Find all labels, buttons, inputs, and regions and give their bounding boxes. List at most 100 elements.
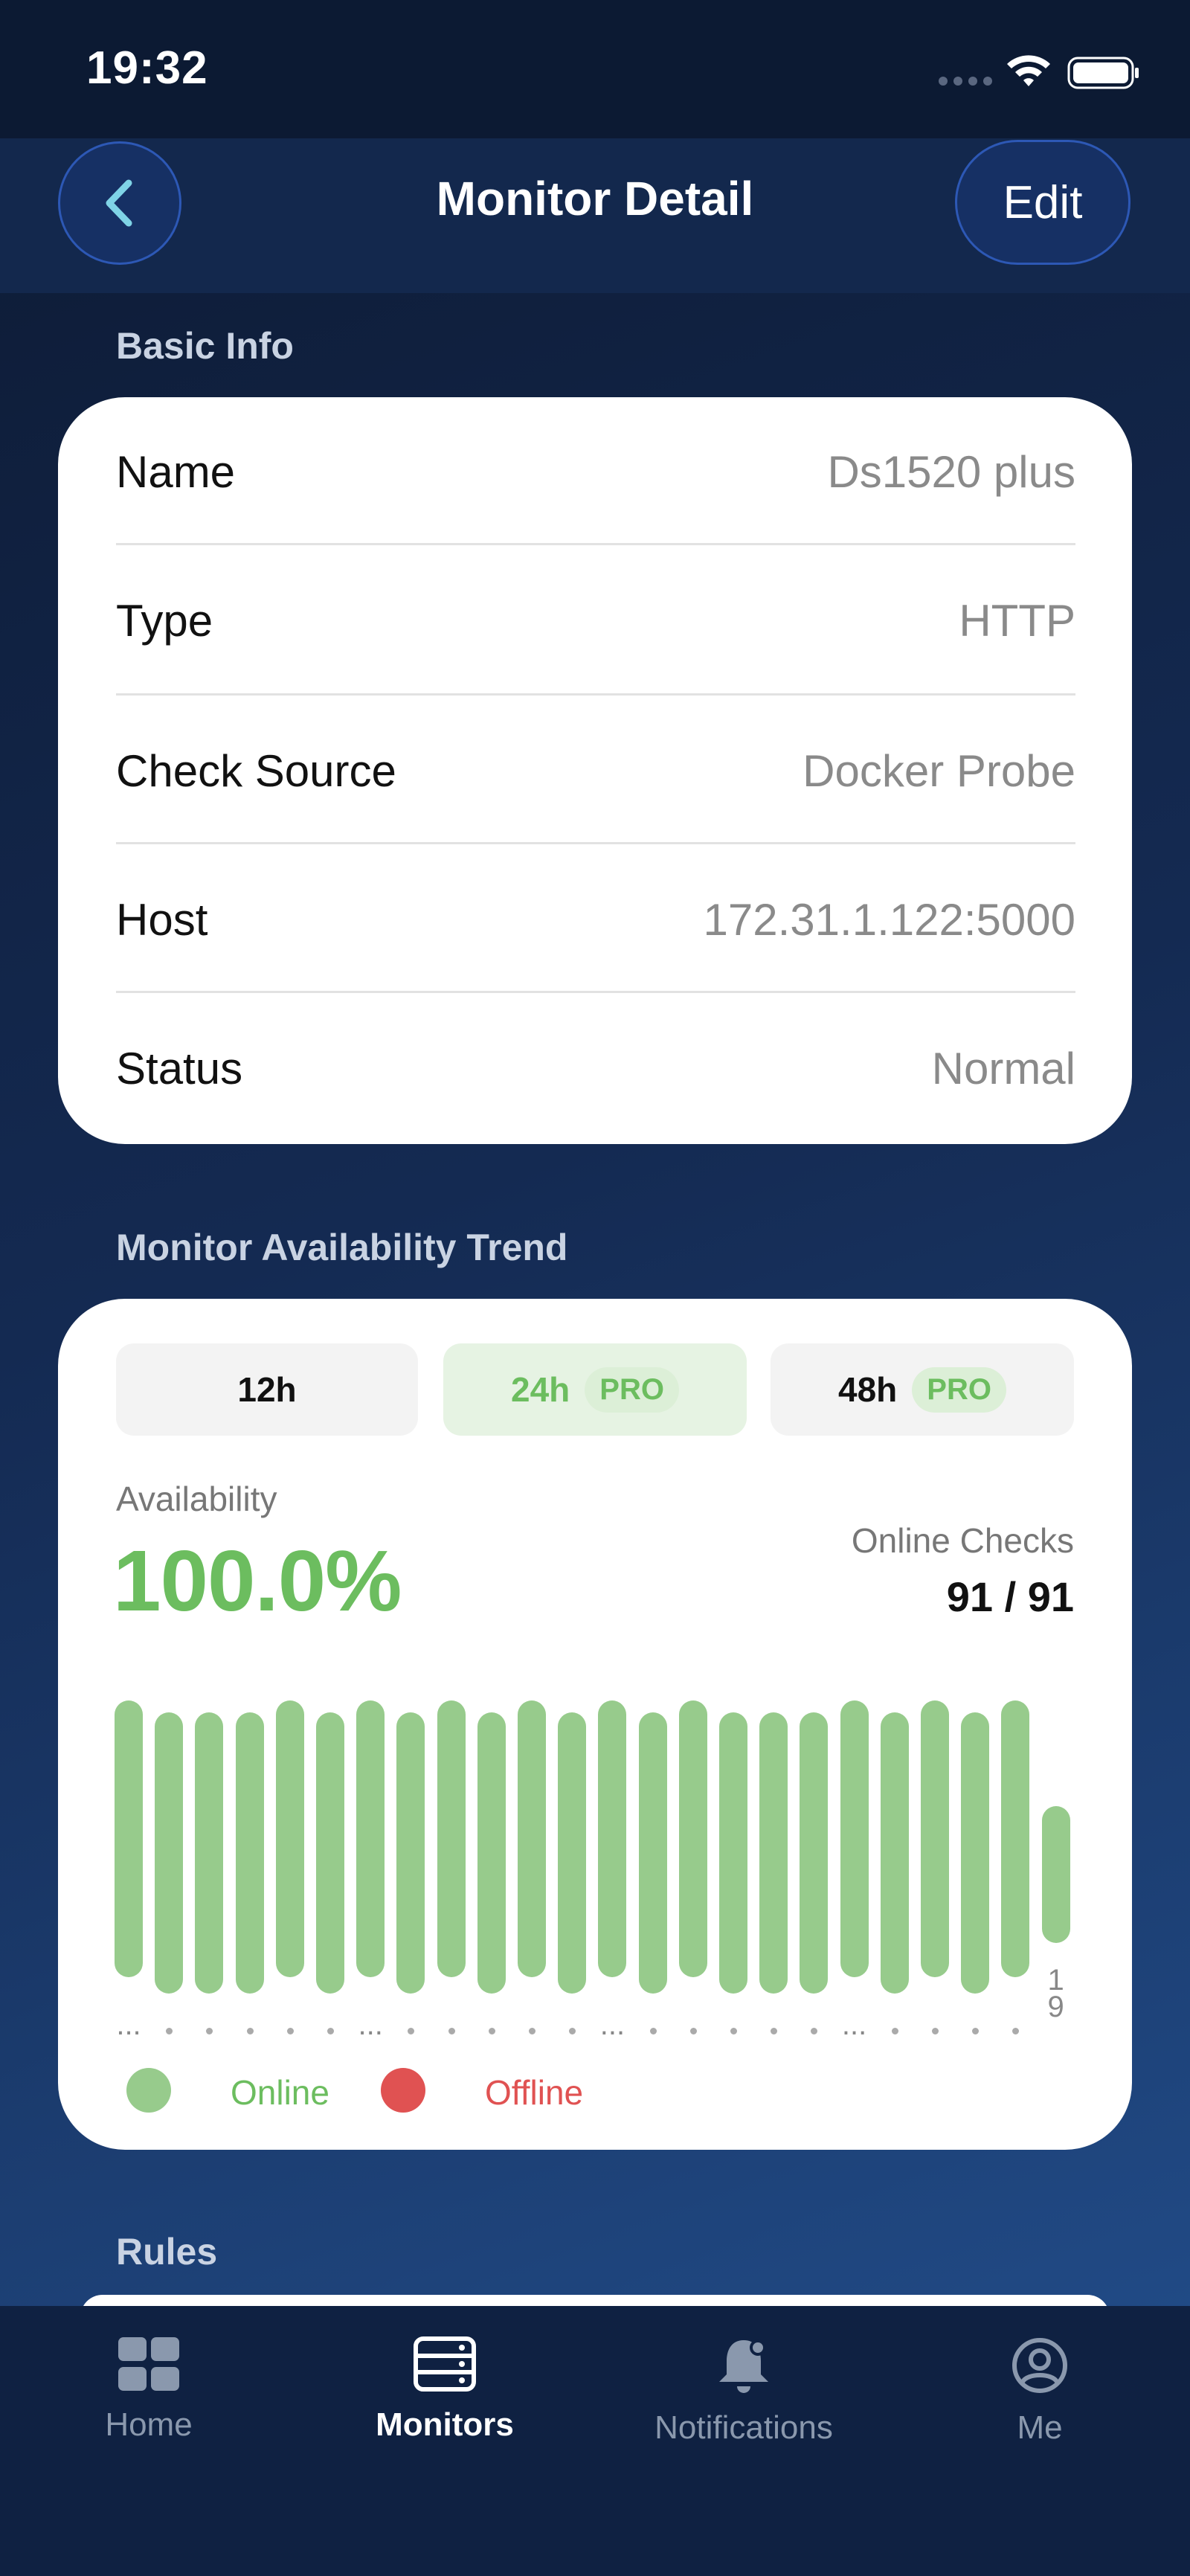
range-tab-12h[interactable]: 12h [116, 1343, 418, 1436]
chart-bar [235, 1712, 264, 1994]
range-tab-24h[interactable]: 24h PRO [443, 1343, 747, 1436]
chart-bar [678, 1700, 707, 1977]
tab-label: Monitors [376, 2406, 514, 2443]
chart-bar [638, 1712, 667, 1994]
x-tick-dot [246, 2028, 254, 2034]
tab-notifications[interactable]: Notifications [595, 2336, 892, 2447]
x-tick-label: ... [841, 2008, 867, 2041]
x-tick-dot [932, 2028, 939, 2034]
battery-icon [1067, 57, 1139, 89]
x-tick-dot [488, 2028, 495, 2034]
grid-icon [118, 2337, 179, 2391]
chart-bar [396, 1712, 425, 1994]
offline-legend-label: Offline [485, 2073, 584, 2112]
info-row-status: Status Normal [116, 994, 1075, 1143]
tab-home[interactable]: Home [0, 2336, 298, 2444]
chart-bar [880, 1712, 909, 1994]
info-value: HTTP [959, 595, 1075, 646]
x-tick-dot [730, 2028, 737, 2034]
tab-label: Home [105, 2406, 193, 2443]
info-label: Type [116, 595, 213, 646]
offline-legend-dot [381, 2068, 425, 2113]
chart-bar [115, 1700, 143, 1977]
x-tick-dot [649, 2028, 657, 2034]
chart-bar [356, 1700, 385, 1977]
chart-bar [961, 1712, 990, 1994]
x-tick-dot [448, 2028, 455, 2034]
range-label: 12h [237, 1370, 297, 1409]
trend-heading: Monitor Availability Trend [116, 1227, 568, 1268]
info-row-host: Host 172.31.1.122:5000 [116, 845, 1075, 994]
availability-value: 100.0% [113, 1532, 402, 1629]
chart-bar [518, 1700, 546, 1977]
info-label: Host [116, 894, 208, 945]
x-tick-dot [408, 2028, 415, 2034]
chart-bar [1041, 1806, 1070, 1943]
x-tick-dot [569, 2028, 576, 2034]
tab-label: Notifications [654, 2409, 833, 2446]
chart-bar [598, 1700, 627, 1977]
info-value: Ds1520 plus [827, 446, 1075, 497]
online-legend-label: Online [231, 2073, 329, 2112]
chart-bar [477, 1712, 506, 1994]
chart-bar [316, 1712, 344, 1994]
x-tick-label: ... [358, 2008, 383, 2041]
range-label: 24h [511, 1370, 570, 1409]
chart-bar [275, 1700, 304, 1977]
info-row-check-source: Check Source Docker Probe [116, 696, 1075, 845]
tab-label: Me [1017, 2409, 1063, 2446]
wifi-icon [1007, 55, 1050, 86]
chart-bar [437, 1700, 466, 1977]
online-checks-label: Online Checks [851, 1521, 1074, 1560]
range-tab-48h[interactable]: 48h PRO [771, 1343, 1074, 1436]
info-value: Normal [931, 1043, 1075, 1093]
divider [116, 693, 1075, 696]
online-checks-value: 91 / 91 [946, 1573, 1074, 1620]
status-time: 19:32 [86, 42, 208, 94]
chart-bar [840, 1700, 869, 1977]
availability-trend-card: 12h 24h PRO 48h PRO Availability 100.0% … [58, 1299, 1132, 2150]
pro-badge: PRO [912, 1366, 1006, 1413]
info-row-name: Name Ds1520 plus [116, 397, 1075, 546]
divider [116, 842, 1075, 844]
availability-label: Availability [116, 1480, 277, 1518]
x-tick-dot [529, 2028, 536, 2034]
basic-info-heading: Basic Info [116, 325, 294, 367]
info-label: Check Source [116, 745, 396, 796]
info-value: 172.31.1.122:5000 [703, 894, 1075, 945]
info-label: Status [116, 1043, 243, 1093]
chart-bar [155, 1712, 184, 1994]
x-tick-dot [891, 2028, 898, 2034]
chart-bar [1001, 1700, 1030, 1977]
x-tick-dot [1012, 2028, 1020, 2034]
chart-bar [921, 1700, 949, 1977]
edit-button[interactable]: Edit [955, 140, 1130, 265]
chart-bar [800, 1712, 829, 1994]
bell-icon [719, 2339, 768, 2393]
x-tick-dot [689, 2028, 697, 2034]
tab-me[interactable]: Me [891, 2336, 1189, 2447]
x-tick-dot [771, 2028, 778, 2034]
info-label: Name [116, 446, 236, 497]
x-tick-label: ... [116, 2008, 141, 2041]
chart-bar [719, 1712, 747, 1994]
tab-monitors[interactable]: Monitors [296, 2336, 594, 2444]
signal-icon [939, 77, 992, 86]
basic-info-card: Name Ds1520 plus Type HTTP Check Source … [58, 397, 1132, 1144]
range-label: 48h [838, 1370, 898, 1409]
x-tick-dot [327, 2028, 334, 2034]
status-bar: 19:32 [0, 0, 1190, 138]
x-tick-dot [166, 2028, 173, 2034]
x-tick-label: 19 [1047, 1964, 1064, 2023]
info-value: Docker Probe [803, 745, 1075, 796]
x-tick-dot [206, 2028, 213, 2034]
rules-heading: Rules [116, 2231, 218, 2273]
online-legend-dot [126, 2068, 171, 2113]
chart-bar [558, 1712, 587, 1994]
chart-bar [759, 1712, 788, 1994]
x-tick-dot [811, 2028, 818, 2034]
pro-badge: PRO [585, 1366, 679, 1413]
x-tick-label: ... [599, 2008, 625, 2041]
server-icon [414, 2336, 476, 2392]
x-tick-dot [286, 2028, 294, 2034]
